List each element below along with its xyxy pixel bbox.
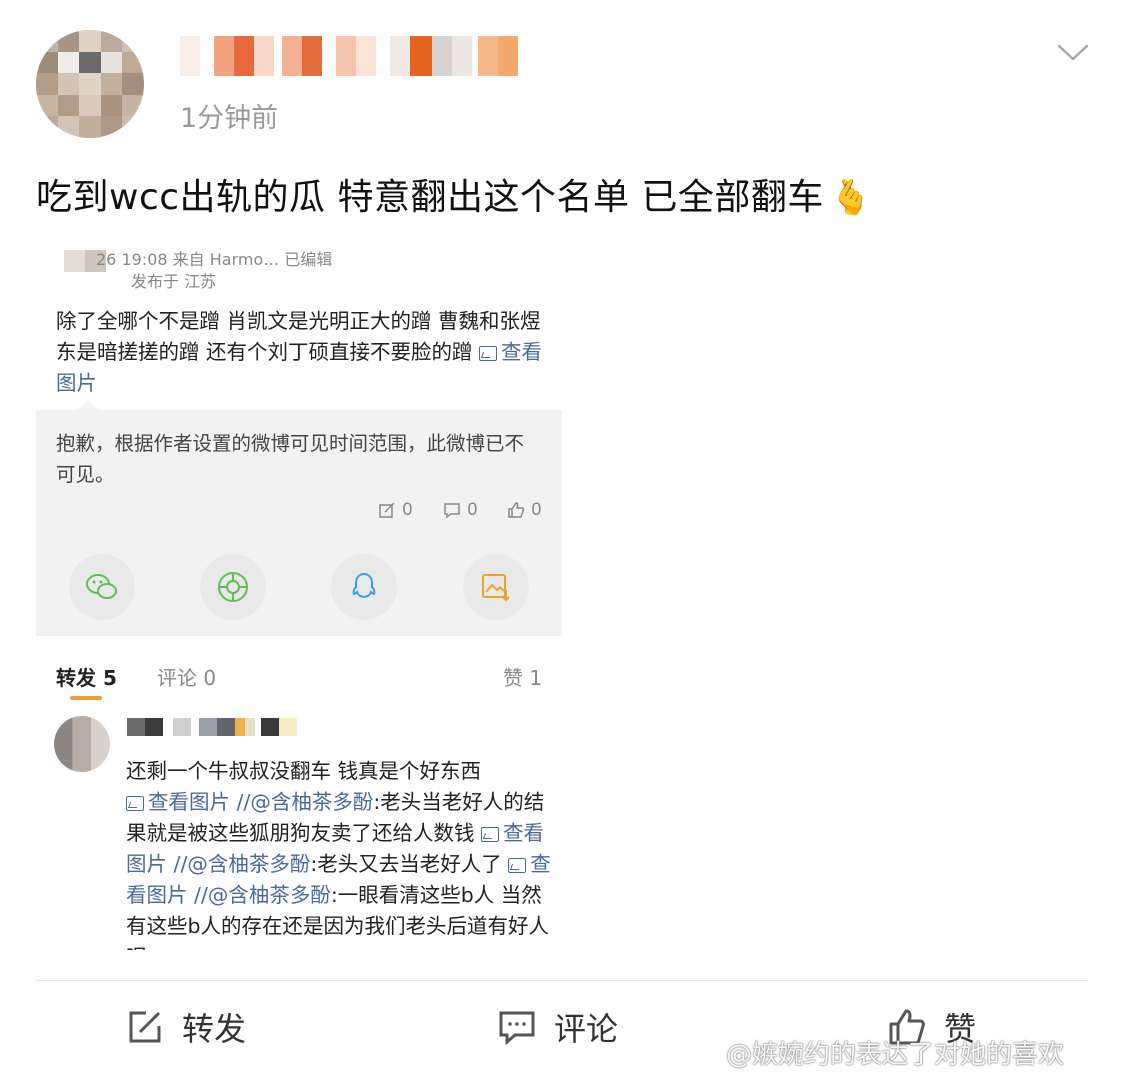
share-qq-button[interactable] — [331, 554, 397, 620]
screenshot-body: 除了全哪个不是蹭 肖凯文是光明正大的蹭 曹魏和张煜东是暗搓搓的蹭 还有个刘丁硕直… — [56, 306, 556, 399]
share-wechat-button[interactable] — [69, 554, 135, 620]
repost-button[interactable]: 转发 — [126, 1004, 246, 1050]
tab-comment[interactable]: 评论 0 — [157, 662, 216, 691]
repost-comment-text: 还剩一个牛叔叔没翻车 钱真是个好东西 查看图片 //@含柚茶多酚:老头当老好人的… — [126, 759, 551, 950]
active-tab-indicator — [70, 696, 102, 700]
weibo-logo-icon — [680, 1040, 717, 1067]
comment-icon — [444, 503, 460, 519]
image-icon — [126, 796, 144, 811]
repost-icon — [379, 502, 395, 518]
image-icon — [479, 346, 498, 361]
post-text: 吃到wcc出轨的瓜 特意翻出这个名单 已全部翻车 🫰 — [36, 168, 873, 220]
qq-icon — [352, 572, 376, 599]
repost-label: 转发 — [182, 1010, 247, 1048]
thumbs-up-icon — [508, 502, 525, 518]
moments-icon — [218, 572, 248, 602]
post-text-body: 吃到wcc出轨的瓜 特意翻出这个名单 已全部翻车 — [36, 177, 824, 218]
save-image-button[interactable] — [463, 554, 529, 620]
post-timestamp: 1分钟前 — [180, 103, 279, 134]
repost-icon — [129, 1011, 161, 1043]
notice-like-stat[interactable]: 0 — [507, 500, 542, 520]
commenter-name-obscured[interactable] — [127, 718, 297, 736]
mention-link-3[interactable]: //@含柚茶多酚 — [194, 883, 331, 907]
notice-text: 抱歉，根据作者设置的微博可见时间范围，此微博已不可见。 — [56, 432, 525, 486]
action-bar-divider — [36, 980, 1088, 981]
author-avatar[interactable] — [36, 30, 144, 138]
screenshot-meta-line: 26 19:08 来自 Harmo… 已编辑 — [96, 250, 333, 269]
screenshot-body-text: 除了全哪个不是蹭 肖凯文是光明正大的蹭 曹魏和张煜东是暗搓搓的蹭 还有个刘丁硕直… — [56, 309, 541, 364]
image-icon — [481, 827, 500, 842]
screenshot-location: 发布于 江苏 — [131, 272, 217, 291]
notice-comment-stat[interactable]: 0 — [443, 500, 478, 520]
author-name-obscured[interactable] — [180, 36, 518, 76]
chevron-down-icon[interactable] — [1055, 40, 1091, 64]
wechat-icon — [86, 574, 117, 599]
comment-view-image-link-1[interactable]: 查看图片 — [126, 790, 230, 814]
finger-heart-emoji: 🫰 — [829, 178, 873, 218]
comment-icon — [499, 1011, 535, 1046]
commenter-avatar-obscured[interactable] — [54, 716, 110, 772]
mention-link-2[interactable]: //@含柚茶多酚 — [174, 852, 311, 876]
mention-link-1[interactable]: //@含柚茶多酚 — [237, 790, 374, 814]
image-icon — [508, 858, 527, 873]
tab-repost[interactable]: 转发 5 — [56, 662, 117, 691]
tab-like[interactable]: 赞 1 — [503, 662, 542, 691]
save-image-icon — [482, 574, 510, 602]
watermark-text: @嫉婉约的表达了对她的喜欢 — [726, 1040, 1065, 1070]
share-moments-button[interactable] — [200, 554, 266, 620]
notice-repost-stat[interactable]: 0 — [378, 500, 413, 520]
notice-arrow — [78, 400, 98, 410]
comment-button[interactable]: 评论 — [498, 1004, 618, 1050]
comment-label: 评论 — [554, 1010, 619, 1048]
weibo-watermark: @嫉婉约的表达了对她的喜欢 — [680, 1034, 1064, 1071]
